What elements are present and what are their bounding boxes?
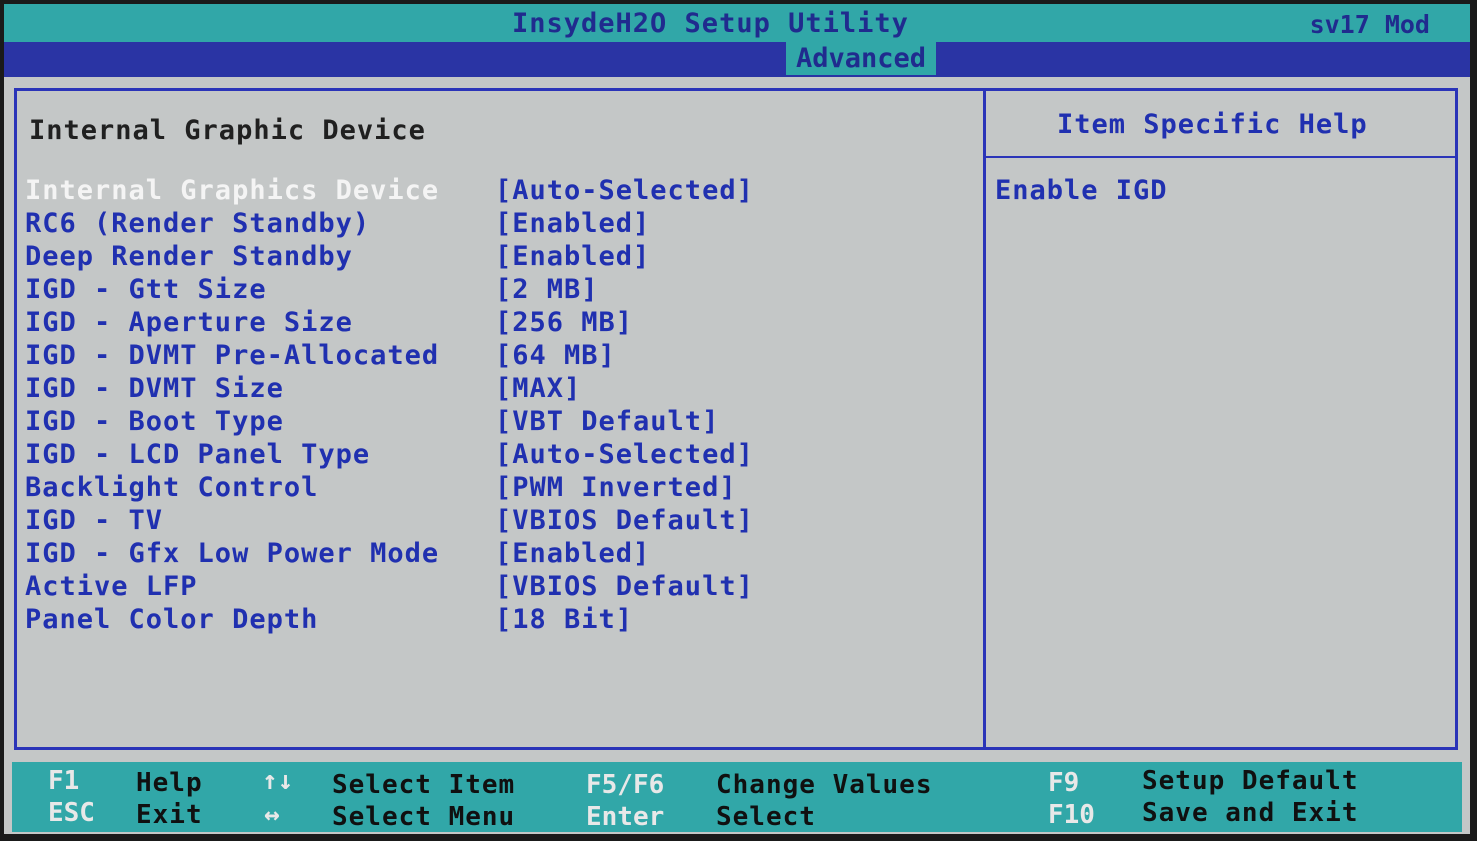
enter-select-label: Select (716, 802, 816, 832)
main-frame: Internal Graphic Device Internal Graphic… (14, 88, 1458, 750)
setting-value[interactable]: [Enabled] (495, 538, 650, 569)
setting-label: IGD - Aperture Size (25, 307, 353, 338)
select-item-label: Select Item (332, 770, 516, 800)
setting-label: Internal Graphics Device (25, 175, 440, 206)
esc-exit-label: Exit (136, 800, 203, 830)
title-bar: InsydeH2O Setup Utility sv17 Mod (4, 4, 1470, 42)
setting-row-igd-tv[interactable]: IGD - TV [VBIOS Default] (25, 505, 965, 538)
setting-row-rc6[interactable]: RC6 (Render Standby) [Enabled] (25, 208, 965, 241)
setting-label: IGD - TV (25, 505, 164, 536)
setting-value[interactable]: [Enabled] (495, 208, 650, 239)
setup-default-label: Setup Default (1142, 766, 1359, 796)
setting-label: IGD - Gtt Size (25, 274, 267, 305)
app-title: InsydeH2O Setup Utility (512, 8, 909, 39)
setting-row-panel-color-depth[interactable]: Panel Color Depth [18 Bit] (25, 604, 965, 637)
setting-value[interactable]: [256 MB] (495, 307, 633, 338)
bios-screen: InsydeH2O Setup Utility sv17 Mod Advance… (4, 4, 1470, 834)
f1-key: F1 (48, 766, 80, 796)
setting-value[interactable]: [MAX] (495, 373, 581, 404)
setting-label: Panel Color Depth (25, 604, 319, 635)
footer-keybar: F1 Help ESC Exit ↑↓ Select Item ↔ Select… (12, 762, 1462, 832)
tab-advanced[interactable]: Advanced (786, 42, 936, 75)
change-values-label: Change Values (716, 770, 933, 800)
help-panel-title: Item Specific Help (1057, 109, 1368, 140)
f1-help-label: Help (136, 768, 203, 798)
f10-key: F10 (1048, 800, 1095, 830)
setting-label: IGD - DVMT Pre-Allocated (25, 340, 440, 371)
setting-value[interactable]: [VBT Default] (495, 406, 719, 437)
setting-value[interactable]: [VBIOS Default] (495, 571, 754, 602)
setting-label: IGD - LCD Panel Type (25, 439, 371, 470)
setting-value[interactable]: [Enabled] (495, 241, 650, 272)
setting-row-dvmt-pre-allocated[interactable]: IGD - DVMT Pre-Allocated [64 MB] (25, 340, 965, 373)
f9-key: F9 (1048, 768, 1080, 798)
setting-row-gtt-size[interactable]: IGD - Gtt Size [2 MB] (25, 274, 965, 307)
setting-label: Deep Render Standby (25, 241, 353, 272)
esc-key: ESC (48, 798, 95, 828)
tab-bar: Advanced (4, 42, 1470, 77)
setting-label: Active LFP (25, 571, 198, 602)
mod-label: sv17 Mod (1309, 10, 1430, 39)
setting-value[interactable]: [18 Bit] (495, 604, 633, 635)
help-separator (986, 156, 1455, 158)
section-title: Internal Graphic Device (29, 115, 426, 146)
help-panel-text: Enable IGD (995, 175, 1168, 206)
setting-label: Backlight Control (25, 472, 319, 503)
panel-divider (983, 91, 986, 747)
setting-row-gfx-low-power-mode[interactable]: IGD - Gfx Low Power Mode [Enabled] (25, 538, 965, 571)
setting-value[interactable]: [Auto-Selected] (495, 175, 754, 206)
setting-value[interactable]: [Auto-Selected] (495, 439, 754, 470)
setting-label: IGD - Gfx Low Power Mode (25, 538, 440, 569)
setting-row-aperture-size[interactable]: IGD - Aperture Size [256 MB] (25, 307, 965, 340)
setting-row-boot-type[interactable]: IGD - Boot Type [VBT Default] (25, 406, 965, 439)
setting-value[interactable]: [2 MB] (495, 274, 599, 305)
setting-label: IGD - DVMT Size (25, 373, 284, 404)
up-down-arrows-icon: ↑↓ (262, 766, 294, 796)
setting-row-backlight-control[interactable]: Backlight Control [PWM Inverted] (25, 472, 965, 505)
enter-key: Enter (586, 802, 665, 832)
select-menu-label: Select Menu (332, 802, 516, 832)
f5-f6-key: F5/F6 (586, 770, 665, 800)
save-and-exit-label: Save and Exit (1142, 798, 1359, 828)
setting-label: IGD - Boot Type (25, 406, 284, 437)
setting-value[interactable]: [VBIOS Default] (495, 505, 754, 536)
setting-value[interactable]: [64 MB] (495, 340, 616, 371)
setting-value[interactable]: [PWM Inverted] (495, 472, 737, 503)
left-right-arrows-icon: ↔ (264, 800, 280, 830)
setting-label: RC6 (Render Standby) (25, 208, 371, 239)
setting-row-dvmt-size[interactable]: IGD - DVMT Size [MAX] (25, 373, 965, 406)
setting-row-active-lfp[interactable]: Active LFP [VBIOS Default] (25, 571, 965, 604)
setting-row-lcd-panel-type[interactable]: IGD - LCD Panel Type [Auto-Selected] (25, 439, 965, 472)
setting-row-internal-graphics-device[interactable]: Internal Graphics Device [Auto-Selected] (25, 175, 965, 208)
setting-row-deep-render-standby[interactable]: Deep Render Standby [Enabled] (25, 241, 965, 274)
